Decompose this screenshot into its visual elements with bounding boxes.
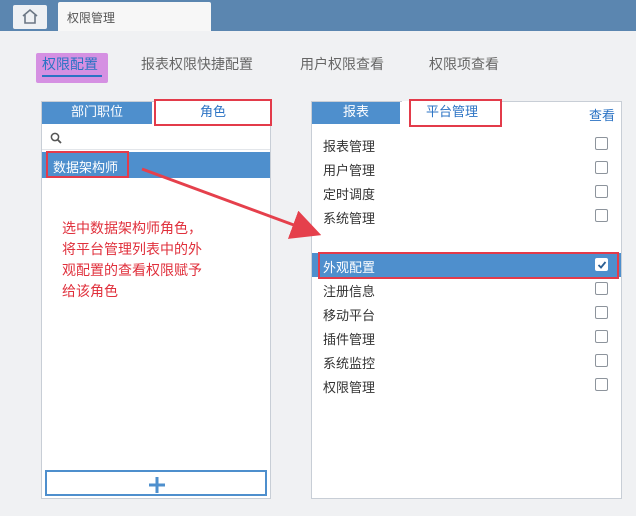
window-tab-strip: 权限管理 bbox=[0, 0, 636, 31]
annotation-arrow bbox=[141, 167, 322, 239]
home-icon bbox=[22, 8, 38, 24]
home-button[interactable] bbox=[13, 5, 47, 29]
page-tab-title: 权限管理 bbox=[67, 11, 116, 25]
permission-page: 权限配置 报表权限快捷配置 用户权限查看 权限项查看 部门职位 角色 数据架构师… bbox=[0, 31, 636, 516]
page-tab-permission-management[interactable]: 权限管理 bbox=[58, 2, 211, 31]
